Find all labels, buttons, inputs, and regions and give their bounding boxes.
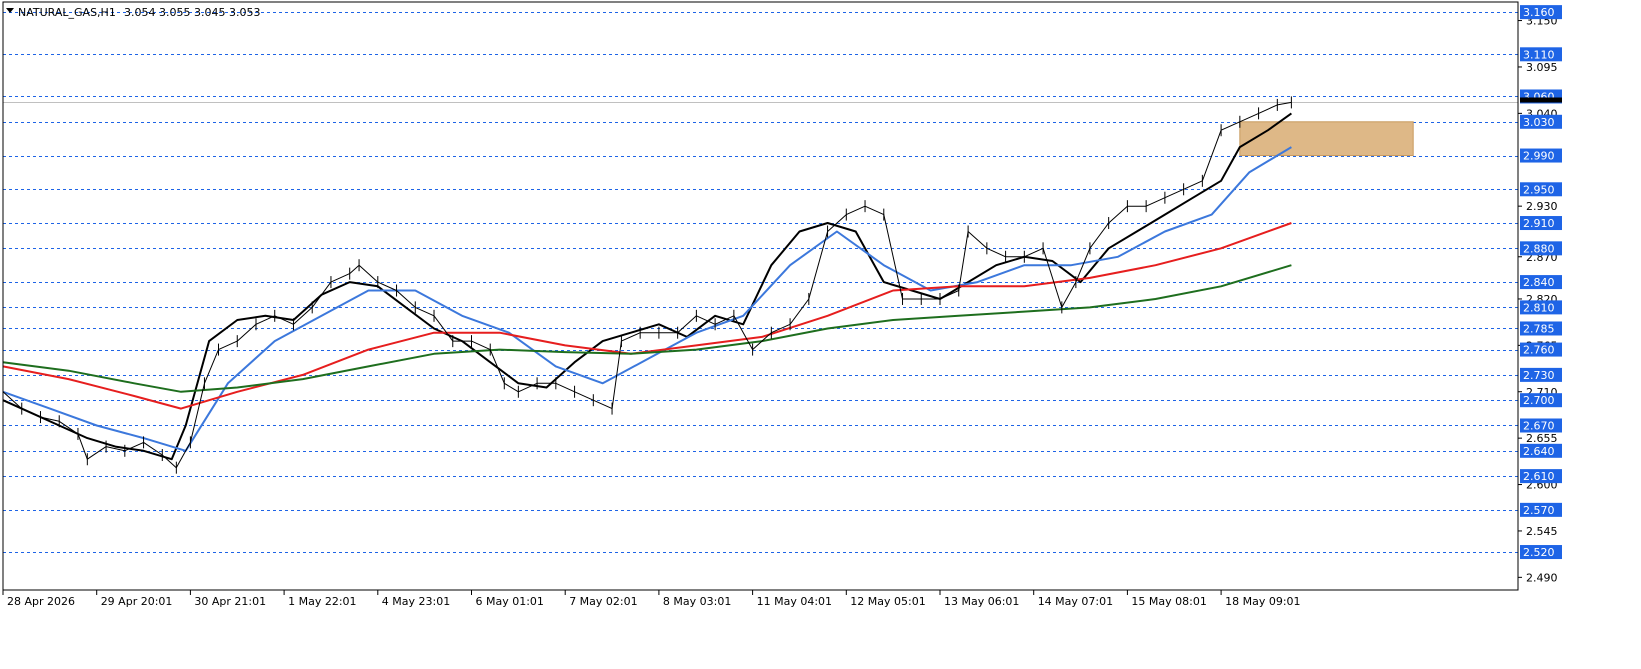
y-tick-label-10: 2.545 [1526,525,1558,538]
y-tick-label-11: 2.490 [1526,571,1558,584]
x-tick-label-9: 12 May 05:01 [850,595,925,608]
level-tag-label-13: 2.700 [1523,394,1555,407]
symbol-name: NATURAL_GAS,H1 [18,6,116,19]
y-tick-label-1: 3.095 [1526,61,1558,74]
current-price-marker [1520,97,1562,103]
zone-rect [1239,121,1414,157]
y-tick-label-3: 2.930 [1526,200,1558,213]
level-tag-label-11: 2.760 [1523,344,1555,357]
level-tag-label-18: 2.520 [1523,546,1555,559]
level-tag-label-9: 2.810 [1523,301,1555,314]
level-tag-label-10: 2.785 [1523,322,1555,335]
x-tick-label-5: 6 May 01:01 [476,595,544,608]
x-tick-label-1: 29 Apr 20:01 [101,595,173,608]
x-tick-label-12: 15 May 08:01 [1131,595,1206,608]
level-tag-label-8: 2.840 [1523,276,1555,289]
x-tick-label-10: 13 May 06:01 [944,595,1019,608]
x-tick-label-0: 28 Apr 2026 [7,595,75,608]
level-tag-label-15: 2.640 [1523,445,1555,458]
level-tag-label-6: 2.910 [1523,217,1555,230]
x-tick-label-3: 1 May 22:01 [288,595,356,608]
level-tag-label-5: 2.950 [1523,183,1555,196]
price-chart[interactable]: 3.1503.0953.0402.9302.8702.8202.7652.710… [0,0,1641,669]
x-tick-label-2: 30 Apr 21:01 [194,595,266,608]
x-tick-label-7: 8 May 03:01 [663,595,731,608]
level-tag-label-0: 3.160 [1523,6,1555,19]
chart-header: NATURAL_GAS,H1 3.054 3.055 3.045 3.053 [6,6,260,19]
chart-background [0,0,1641,669]
x-tick-label-13: 18 May 09:01 [1225,595,1300,608]
level-tag-label-7: 2.880 [1523,242,1555,255]
level-tag-label-17: 2.570 [1523,504,1555,517]
y-tick-label-8: 2.655 [1526,432,1558,445]
level-tag-label-3: 3.030 [1523,116,1555,129]
level-tag-label-12: 2.730 [1523,369,1555,382]
ohlc-values: 3.054 3.055 3.045 3.053 [124,6,260,19]
x-tick-label-6: 7 May 02:01 [569,595,637,608]
x-tick-label-11: 14 May 07:01 [1038,595,1113,608]
level-tag-label-1: 3.110 [1523,48,1555,61]
level-tag-label-4: 2.990 [1523,150,1555,163]
x-tick-label-8: 11 May 04:01 [757,595,832,608]
supply-zone [1239,121,1414,157]
level-tag-label-14: 2.670 [1523,419,1555,432]
x-tick-label-4: 4 May 23:01 [382,595,450,608]
level-tag-label-16: 2.610 [1523,470,1555,483]
